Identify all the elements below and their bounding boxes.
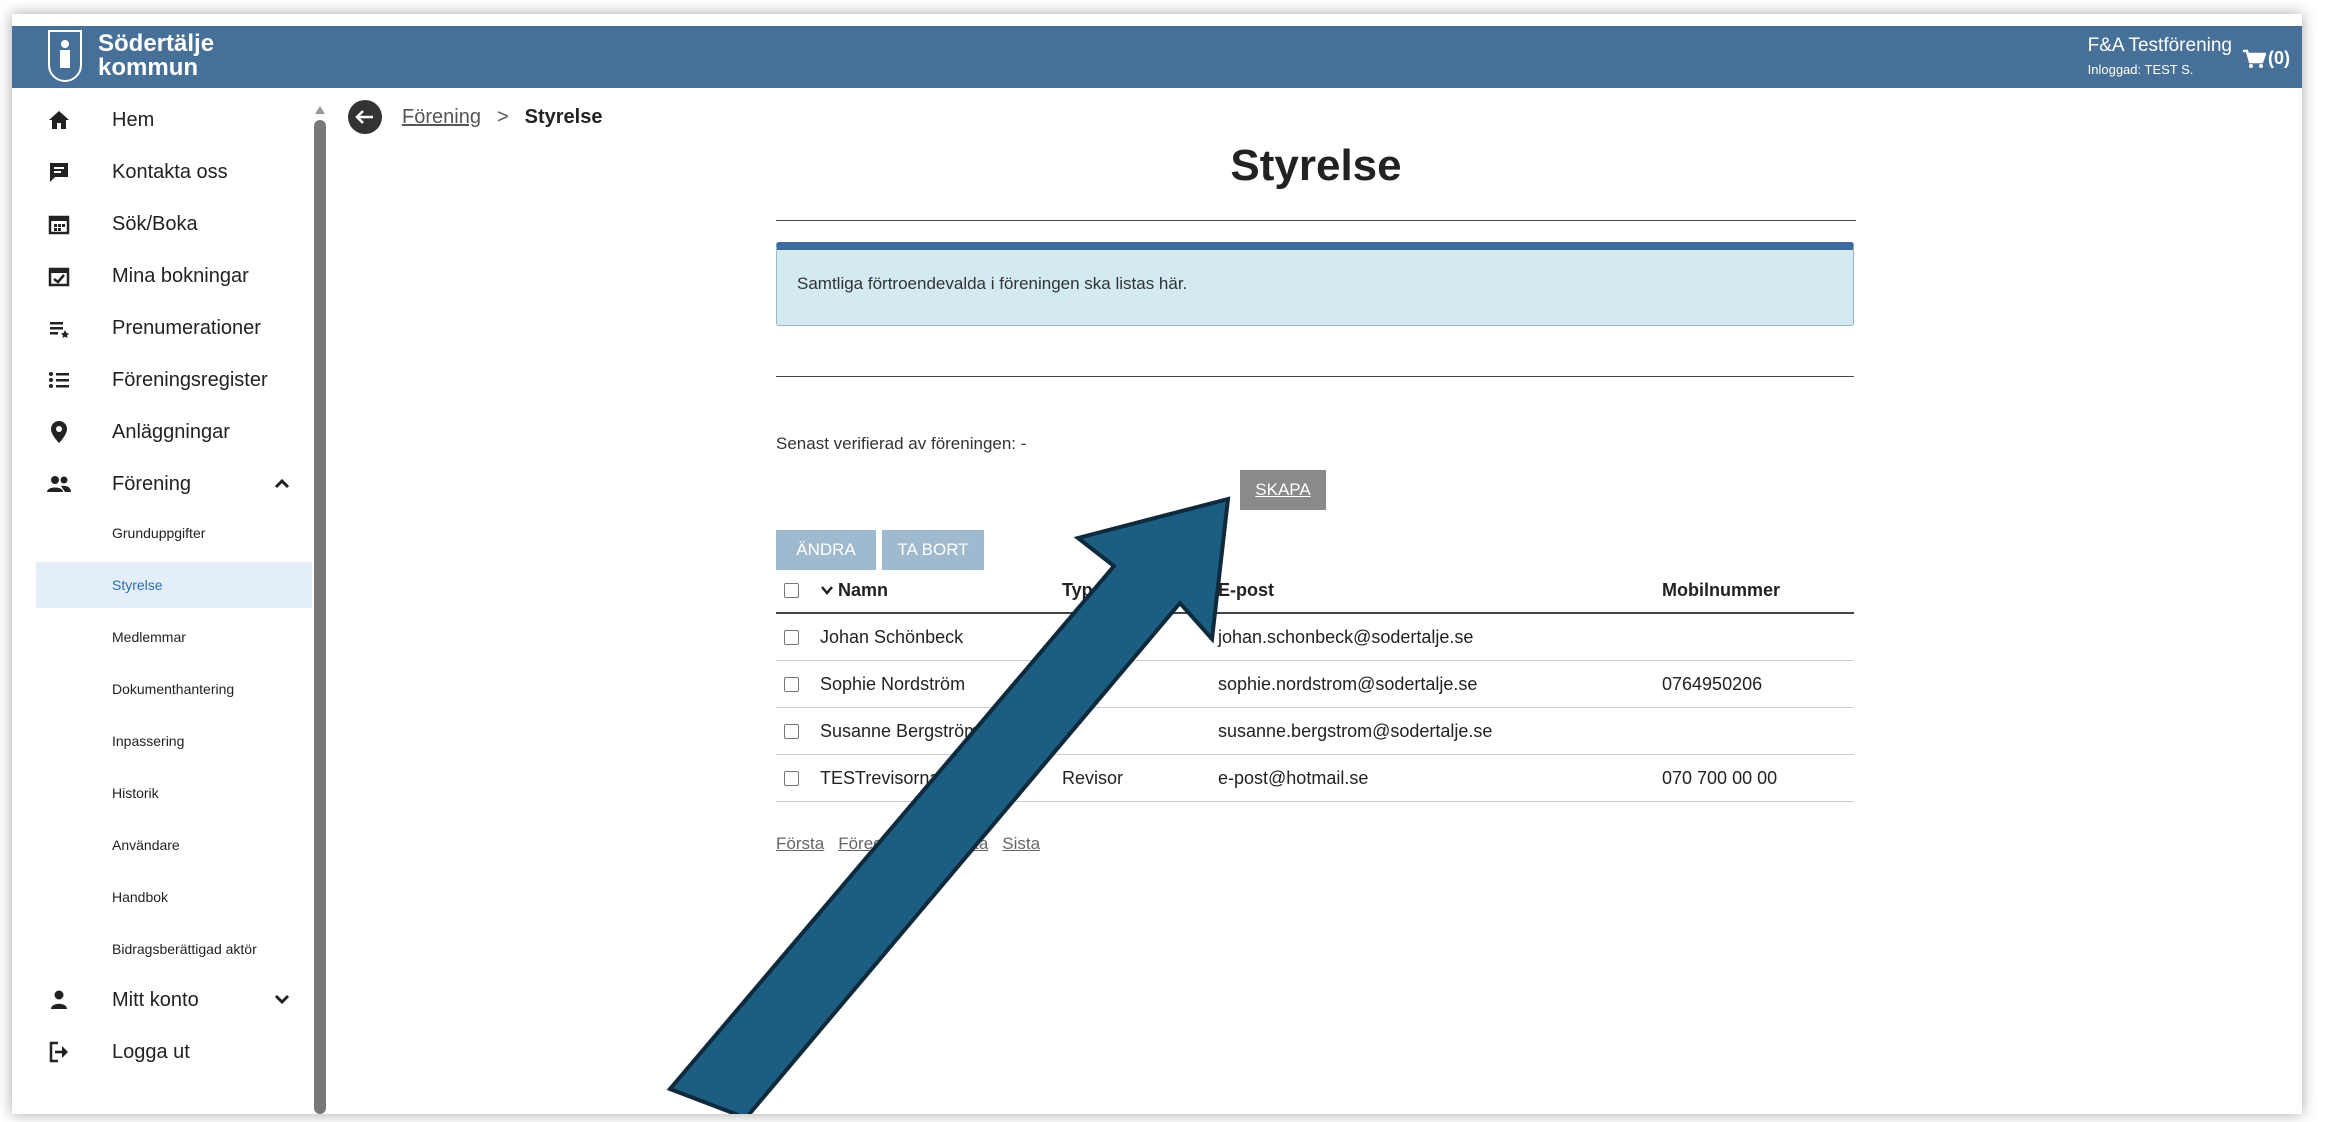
- annotation-arrow: [666, 496, 1231, 1114]
- app-window: Södertälje kommun F&A Testförening Inlog…: [12, 14, 2302, 1114]
